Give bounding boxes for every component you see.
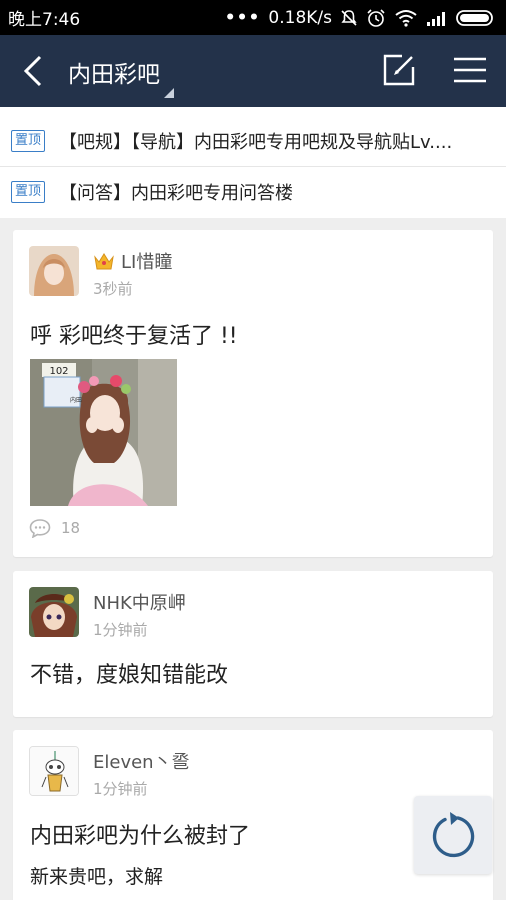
username[interactable]: LI惜瞳 bbox=[93, 248, 172, 274]
post-time: 1分钟前 bbox=[93, 780, 148, 798]
pinned-item-qa[interactable]: 置顶 【问答】内田彩吧专用问答楼 bbox=[0, 166, 506, 218]
username[interactable]: NHK中原岬 bbox=[93, 589, 186, 615]
title-dropdown-icon[interactable] bbox=[164, 88, 174, 98]
forum-title[interactable]: 内田彩吧 bbox=[68, 55, 160, 89]
crown-icon bbox=[94, 253, 114, 270]
back-arrow-icon[interactable] bbox=[18, 53, 48, 89]
post-time: 3秒前 bbox=[93, 280, 133, 298]
wifi-icon bbox=[395, 9, 417, 27]
post-time: 1分钟前 bbox=[93, 621, 148, 639]
comment-icon bbox=[29, 519, 51, 538]
photo-room-label: 102 bbox=[49, 366, 68, 377]
pinned-item-title: 【问答】内田彩吧专用问答楼 bbox=[59, 183, 294, 204]
post-title: 不错，度娘知错能改 bbox=[30, 663, 229, 688]
edit-icon[interactable] bbox=[382, 53, 416, 87]
cell-signal-icon bbox=[427, 11, 445, 26]
network-speed: 0.18K/s bbox=[268, 7, 332, 28]
status-time: 晚上7:46 bbox=[8, 10, 81, 30]
battery-icon bbox=[456, 9, 493, 26]
comment-count[interactable]: 18 bbox=[29, 518, 80, 538]
avatar[interactable] bbox=[29, 746, 79, 796]
pinned-item-title: 【吧规】【导航】内田彩吧专用吧规及导航贴Lv.... bbox=[59, 131, 453, 153]
pinned-item-rules[interactable]: 置顶 【吧规】【导航】内田彩吧专用吧规及导航贴Lv.... bbox=[0, 115, 506, 167]
mute-icon bbox=[341, 9, 357, 26]
username[interactable]: Eleven丶巹 bbox=[93, 748, 190, 774]
status-icons: ••• 0.18K/s bbox=[225, 8, 496, 28]
comment-count-text: 18 bbox=[61, 519, 81, 537]
status-bar: 晚上7:46 ••• 0.18K/s bbox=[0, 0, 506, 35]
refresh-icon bbox=[432, 812, 475, 858]
pinned-badge: 置顶 bbox=[11, 129, 46, 152]
post-photo[interactable]: 102 内田 彩 bbox=[30, 359, 177, 506]
menu-icon[interactable] bbox=[452, 55, 488, 85]
post-card[interactable]: LI惜瞳 3秒前 呼 彩吧终于复活了 !! 102 内田 彩 18 bbox=[13, 230, 493, 557]
post-title: 呼 彩吧终于复活了 !! bbox=[30, 324, 238, 349]
alarm-icon bbox=[367, 8, 385, 27]
refresh-button[interactable] bbox=[414, 796, 492, 874]
pinned-list: 置顶 【吧规】【导航】内田彩吧专用吧规及导航贴Lv.... 置顶 【问答】内田彩… bbox=[0, 107, 506, 218]
username-text: LI惜瞳 bbox=[121, 252, 173, 273]
avatar[interactable] bbox=[29, 246, 79, 296]
post-card[interactable]: NHK中原岬 1分钟前 不错，度娘知错能改 bbox=[13, 571, 493, 717]
pinned-badge: 置顶 bbox=[11, 181, 46, 203]
avatar[interactable] bbox=[29, 587, 79, 637]
post-excerpt: 新来贵吧，求解 bbox=[30, 866, 164, 888]
forum-header: 内田彩吧 bbox=[0, 35, 506, 107]
post-title: 内田彩吧为什么被封了 bbox=[30, 824, 251, 849]
signal-dots-icon: ••• bbox=[224, 7, 261, 28]
